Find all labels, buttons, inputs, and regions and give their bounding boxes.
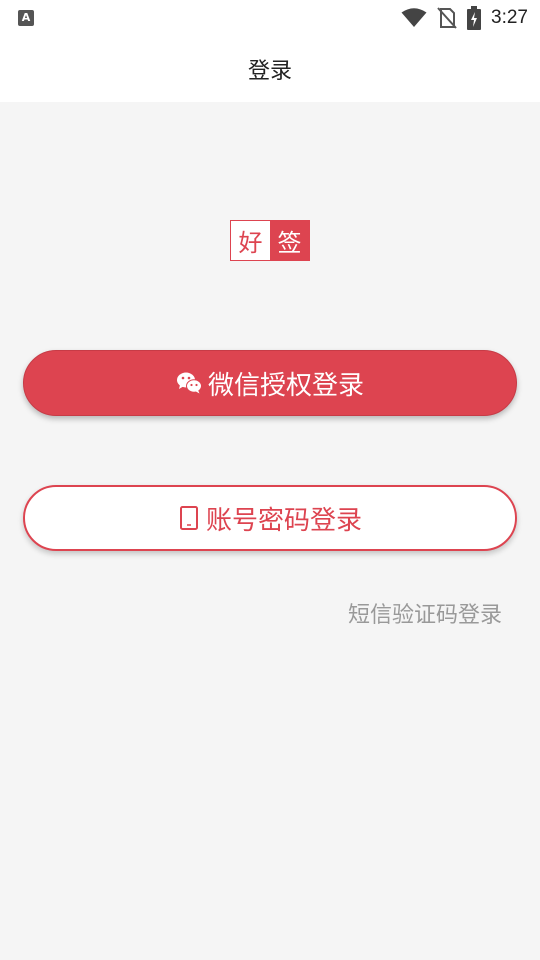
logo-char-2: 签 bbox=[270, 221, 309, 260]
account-login-label: 账号密码登录 bbox=[205, 505, 362, 536]
status-bar: A 3:27 bbox=[0, 0, 540, 36]
battery-charging-icon bbox=[467, 6, 482, 30]
status-icons: 3:27 bbox=[401, 6, 528, 30]
wechat-login-label: 微信授权登录 bbox=[207, 370, 364, 401]
app-logo: 好 签 bbox=[230, 220, 310, 261]
wechat-icon bbox=[176, 371, 202, 395]
page-title: 登录 bbox=[247, 59, 292, 84]
wifi-icon bbox=[401, 8, 427, 27]
notification-a-icon: A bbox=[18, 10, 34, 26]
wechat-login-button[interactable]: 微信授权登录 bbox=[23, 350, 517, 416]
app-header: 登录 bbox=[0, 36, 540, 102]
sms-login-link[interactable]: 短信验证码登录 bbox=[348, 597, 502, 629]
status-time: 3:27 bbox=[491, 7, 528, 28]
account-login-button[interactable]: 账号密码登录 bbox=[23, 485, 517, 551]
logo-char-1: 好 bbox=[231, 221, 270, 260]
phone-icon bbox=[178, 505, 200, 531]
no-sim-icon bbox=[437, 7, 457, 29]
